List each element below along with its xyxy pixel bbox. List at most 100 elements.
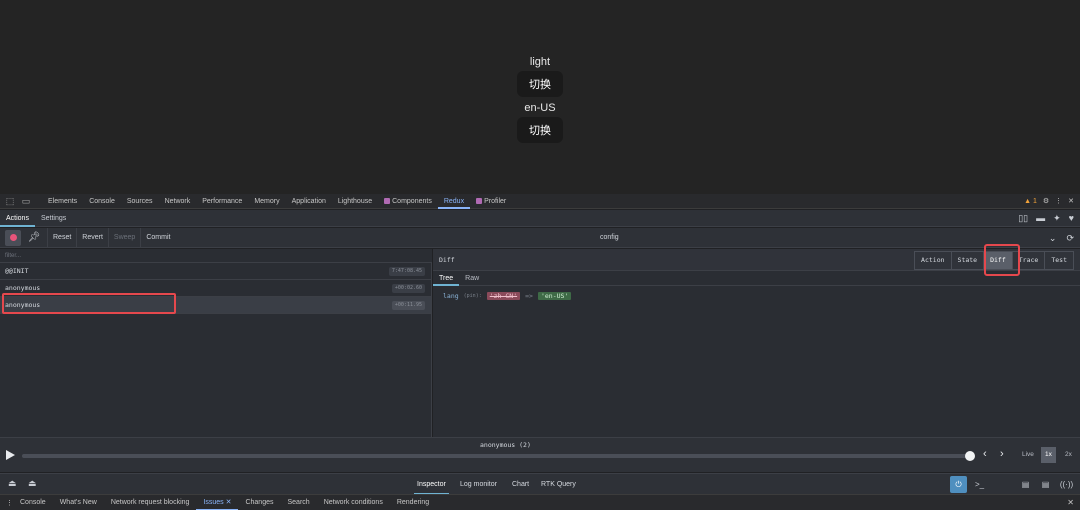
speed-2x-button[interactable]: 2x bbox=[1061, 447, 1076, 463]
diff-old-value: 'zh-CN' bbox=[486, 292, 521, 300]
drawer-tab-changes[interactable]: Changes bbox=[238, 495, 280, 510]
tab-elements[interactable]: Elements bbox=[42, 194, 83, 209]
drawer-tab-network-conditions[interactable]: Network conditions bbox=[317, 495, 390, 510]
tab-components[interactable]: Components bbox=[378, 194, 438, 209]
drawer-tab-search[interactable]: Search bbox=[281, 495, 317, 510]
broadcast-icon[interactable]: ((·)) bbox=[1058, 476, 1075, 493]
drawer-tab-network-request-blocking[interactable]: Network request blocking bbox=[104, 495, 197, 510]
chevron-right-icon[interactable]: › bbox=[1000, 448, 1004, 460]
monitor-log[interactable]: Log monitor bbox=[457, 474, 500, 495]
pin-icon[interactable]: 📌︎ bbox=[27, 232, 41, 243]
diff-new-value: 'en-US' bbox=[537, 292, 572, 300]
more-options-icon[interactable]: ⋮ bbox=[1055, 197, 1062, 205]
mode-test[interactable]: Test bbox=[1044, 252, 1073, 269]
warning-indicator[interactable]: ▲ 1 bbox=[1024, 198, 1037, 205]
devtools-tab-bar: ⬚ ▭ Elements Console Sources Network Per… bbox=[0, 194, 1080, 209]
diff-header: Diff Action State Diff Trace Test bbox=[433, 249, 1080, 271]
diff-pane: Diff Action State Diff Trace Test Tree R… bbox=[433, 249, 1080, 437]
slider-handle[interactable] bbox=[965, 451, 975, 461]
gear-icon[interactable]: ⚙ bbox=[1043, 197, 1049, 205]
chevron-down-icon[interactable]: ⌄ bbox=[1049, 233, 1057, 244]
tab-console[interactable]: Console bbox=[83, 194, 121, 209]
book-icon[interactable]: ▯▯ bbox=[1018, 213, 1028, 224]
filter-input[interactable]: filter... bbox=[0, 249, 432, 263]
tab-lighthouse[interactable]: Lighthouse bbox=[332, 194, 378, 209]
mode-action[interactable]: Action bbox=[915, 252, 950, 269]
lang-toggle-button[interactable]: 切换 bbox=[517, 117, 563, 143]
theme-label: light bbox=[529, 56, 551, 68]
preview-controls: light 切换 en-US 切换 bbox=[516, 54, 564, 146]
lang-label: en-US bbox=[524, 102, 556, 114]
app-preview: light 切换 en-US 切换 bbox=[0, 0, 1080, 194]
tab-sources[interactable]: Sources bbox=[121, 194, 159, 209]
drawer-tab-issues[interactable]: Issues ✕ bbox=[196, 495, 239, 510]
reset-button[interactable]: Reset bbox=[47, 227, 76, 248]
remote-icon[interactable]: ⏻ bbox=[950, 476, 967, 493]
close-drawer-icon[interactable]: ✕ bbox=[1067, 498, 1080, 507]
import-icon[interactable]: ⏏ bbox=[28, 478, 37, 489]
drawer-tab-whats-new[interactable]: What's New bbox=[53, 495, 104, 510]
device-toolbar-icon[interactable]: ▭ bbox=[20, 195, 32, 207]
chevron-left-icon[interactable]: ‹ bbox=[983, 448, 987, 460]
warning-count: 1 bbox=[1032, 197, 1037, 205]
toolbar-right: ⌄ ⟳ bbox=[1049, 228, 1074, 248]
diff-subtabs: Tree Raw bbox=[433, 271, 1080, 286]
tab-actions[interactable]: Actions bbox=[0, 210, 35, 227]
timeline-slider[interactable] bbox=[22, 454, 970, 458]
tab-settings[interactable]: Settings bbox=[35, 210, 72, 227]
commit-button[interactable]: Commit bbox=[140, 227, 175, 248]
highlight-diff-tab bbox=[984, 244, 1020, 276]
lock-icon[interactable]: ⏏ bbox=[8, 478, 17, 489]
devtools-drawer: ⋮ Console What's New Network request blo… bbox=[0, 494, 1080, 510]
drawer-tab-console[interactable]: Console bbox=[13, 495, 53, 510]
tab-profiler[interactable]: Profiler bbox=[470, 194, 512, 209]
monitor-rtk-query[interactable]: RTK Query bbox=[538, 474, 579, 495]
screen: light 切换 en-US 切换 ⬚ ▭ Elements Console S… bbox=[0, 0, 1080, 510]
inspect-element-icon[interactable]: ⬚ bbox=[4, 195, 16, 207]
action-time: 7:47:08.45 bbox=[388, 267, 425, 276]
live-button[interactable]: Live bbox=[1018, 447, 1038, 463]
slider-bar: anonymous (2) ‹ › Live 1x 2x bbox=[0, 437, 1080, 472]
diff-key: lang bbox=[443, 292, 459, 300]
tab-application[interactable]: Application bbox=[286, 194, 332, 209]
monitor-chart[interactable]: Chart bbox=[509, 474, 532, 495]
close-icon[interactable]: ✕ bbox=[1068, 197, 1074, 205]
react-icon bbox=[384, 197, 391, 204]
theme-toggle-button[interactable]: 切换 bbox=[517, 71, 563, 97]
current-action-label: anonymous (2) bbox=[480, 441, 531, 449]
drawer-menu-icon[interactable]: ⋮ bbox=[0, 499, 13, 507]
play-icon[interactable] bbox=[6, 450, 15, 460]
redux-header-icons: ▯▯ ▬ ✦ ♥ bbox=[1018, 213, 1080, 224]
action-row[interactable]: @@INIT 7:47:08.45 bbox=[0, 263, 431, 280]
sync-icon[interactable]: ⟳ bbox=[1066, 233, 1074, 244]
dock-left-icon[interactable]: ▤ bbox=[1017, 476, 1034, 493]
tab-redux[interactable]: Redux bbox=[437, 194, 471, 209]
tab-memory[interactable]: Memory bbox=[248, 194, 285, 209]
revert-button[interactable]: Revert bbox=[76, 227, 108, 248]
monitor-inspector[interactable]: Inspector bbox=[414, 474, 449, 495]
speed-1x-button[interactable]: 1x bbox=[1041, 447, 1056, 463]
action-time: +00:02.60 bbox=[391, 284, 425, 293]
subtab-tree[interactable]: Tree bbox=[433, 271, 460, 286]
terminal-icon[interactable]: >_ bbox=[971, 476, 988, 493]
tab-network[interactable]: Network bbox=[159, 194, 197, 209]
action-name: anonymous bbox=[5, 284, 41, 292]
drawer-tab-rendering[interactable]: Rendering bbox=[390, 495, 436, 510]
tab-profiler-label: Profiler bbox=[484, 197, 507, 205]
twitter-icon[interactable]: ✦ bbox=[1053, 213, 1061, 224]
subtab-raw[interactable]: Raw bbox=[459, 271, 485, 286]
redux-toolbar: 📌︎ Reset Revert Sweep Commit config ⌄ ⟳ bbox=[0, 227, 1080, 248]
drawer-tab-issues-label: Issues bbox=[203, 498, 224, 506]
devtools-right-controls: ▲ 1 ⚙ ⋮ ✕ bbox=[1024, 197, 1080, 206]
instance-selector[interactable]: config bbox=[600, 228, 619, 248]
chat-icon[interactable]: ▬ bbox=[1036, 213, 1045, 224]
dock-bottom-icon[interactable]: ▤ bbox=[1037, 476, 1054, 493]
action-time: +00:11.95 bbox=[391, 301, 425, 310]
sweep-button[interactable]: Sweep bbox=[107, 227, 140, 248]
diff-title: Diff bbox=[439, 255, 455, 264]
close-tab-icon[interactable]: ✕ bbox=[226, 499, 232, 506]
heart-icon[interactable]: ♥ bbox=[1069, 213, 1074, 224]
mode-state[interactable]: State bbox=[950, 252, 984, 269]
tab-performance[interactable]: Performance bbox=[196, 194, 248, 209]
record-button[interactable] bbox=[5, 229, 21, 246]
